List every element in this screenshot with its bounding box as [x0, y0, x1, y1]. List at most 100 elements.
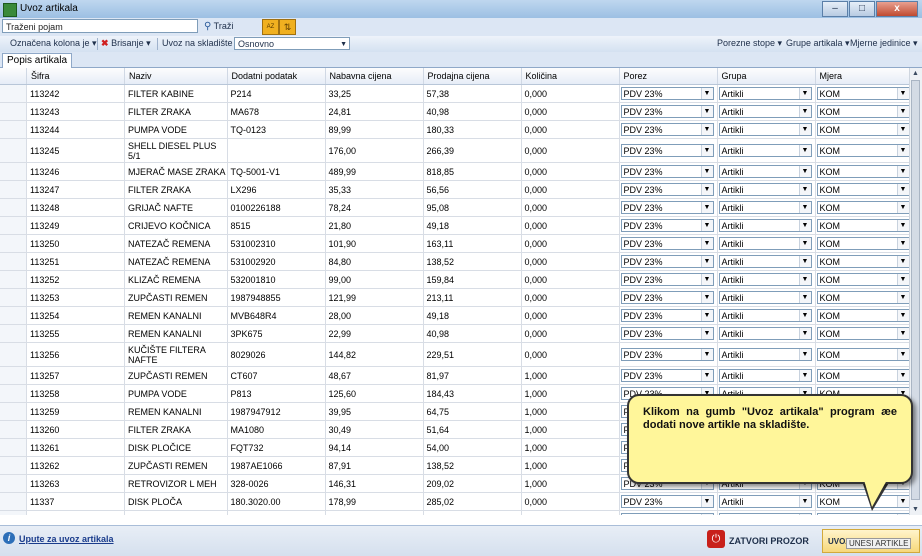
cell-kolicina[interactable]: 1,000: [521, 402, 620, 421]
cell-dodatni-podatak[interactable]: MVB648R4: [227, 306, 326, 325]
cell-nabavna-cijena[interactable]: 144,82: [325, 342, 424, 367]
cell-dodatni-podatak[interactable]: 531002920: [227, 252, 326, 271]
cell-nabavna-cijena[interactable]: 24,81: [325, 102, 424, 121]
cell-grupa-dropdown[interactable]: Artikli ▼: [718, 201, 812, 214]
cell-sifra[interactable]: 113249: [26, 216, 125, 235]
row-header[interactable]: [0, 438, 27, 457]
cell-mjera[interactable]: KOM▼: [815, 270, 914, 289]
cell-nabavna-cijena[interactable]: 28,00: [325, 306, 424, 325]
cell-porez-dropdown[interactable]: PDV 23%▼: [620, 327, 714, 340]
cell-porez-dropdown[interactable]: PDV 23%▼: [620, 291, 714, 304]
cell-sifra[interactable]: 113258: [26, 384, 125, 403]
cell-grupa[interactable]: Artikli ▼: [717, 84, 816, 103]
cell-mjera-dropdown[interactable]: KOM▼: [816, 255, 910, 268]
cell-grupa-dropdown[interactable]: Artikli ▼: [718, 495, 812, 508]
cell-porez[interactable]: PDV 23% ▼: [619, 324, 718, 343]
cell-grupa-dropdown[interactable]: Artikli ▼: [718, 237, 812, 250]
cell-porez[interactable]: PDV 23% ▼: [619, 234, 718, 253]
cell-kolicina[interactable]: 1,000: [521, 456, 620, 475]
cell-mjera[interactable]: KOM▼: [815, 288, 914, 307]
cell-naziv[interactable]: NATEZAČ REMENA: [124, 252, 228, 271]
cell-grupa-dropdown[interactable]: Artikli ▼: [718, 273, 812, 286]
cell-mjera-dropdown[interactable]: KOM▼: [816, 201, 910, 214]
cell-dodatni-podatak[interactable]: 328-0026: [227, 474, 326, 493]
cell-sifra[interactable]: 113243: [26, 102, 125, 121]
cell-mjera[interactable]: KOM▼: [815, 162, 914, 181]
cell-prodajna-cijena[interactable]: 57,38: [423, 84, 522, 103]
cell-mjera[interactable]: KOM▼: [815, 84, 914, 103]
cell-porez[interactable]: PDV 23% ▼: [619, 84, 718, 103]
search-input[interactable]: Traženi pojam: [2, 19, 198, 33]
table-row[interactable]: 113248 GRIJAČ NAFTE 0100226188 78,24 95,08 0,…: [0, 198, 914, 217]
cell-nabavna-cijena[interactable]: 21,80: [325, 216, 424, 235]
cell-grupa[interactable]: Artikli ▼: [717, 138, 816, 163]
column-header-mjera[interactable]: Mjera: [815, 68, 914, 85]
sort-order-icon[interactable]: ⇅: [279, 19, 296, 35]
row-header[interactable]: [0, 420, 27, 439]
cell-mjera[interactable]: KOM▼: [815, 138, 914, 163]
cell-kolicina[interactable]: 0,000: [521, 180, 620, 199]
search-button[interactable]: ⚲ Traži: [204, 19, 242, 34]
cell-sifra[interactable]: 113252: [26, 270, 125, 289]
item-groups-menu[interactable]: Grupe artikala ▾: [786, 38, 850, 49]
cell-prodajna-cijena[interactable]: 49,18: [423, 216, 522, 235]
cell-nabavna-cijena[interactable]: 30,49: [325, 420, 424, 439]
cell-nabavna-cijena[interactable]: 78,24: [325, 198, 424, 217]
column-header-nabavna-cijena[interactable]: Nabavna cijena: [325, 68, 424, 85]
cell-grupa-dropdown[interactable]: Artikli ▼: [718, 105, 812, 118]
cell-prodajna-cijena[interactable]: 54,00: [423, 438, 522, 457]
table-row[interactable]: 113242 FILTER KABINE P214 33,25 57,38 0,000 PD…: [0, 84, 914, 103]
cell-prodajna-cijena[interactable]: 163,11: [423, 234, 522, 253]
cell-grupa[interactable]: Artikli ▼: [717, 120, 816, 139]
cell-porez[interactable]: PDV 23% ▼: [619, 138, 718, 163]
cell-sifra[interactable]: 113245: [26, 138, 125, 163]
cell-grupa[interactable]: Artikli ▼: [717, 162, 816, 181]
column-header-prodajna-cijena[interactable]: Prodajna cijena: [423, 68, 522, 85]
table-row[interactable]: 113249 CRIJEVO KOČNICA 8515 21,80 49,18 0,000…: [0, 216, 914, 235]
row-header[interactable]: [0, 120, 27, 139]
cell-nabavna-cijena[interactable]: 489,99: [325, 162, 424, 181]
cell-porez-dropdown[interactable]: PDV 23%▼: [620, 144, 714, 157]
cell-naziv[interactable]: PUMPA VODE: [124, 384, 228, 403]
cell-naziv[interactable]: POSTAVA: [124, 510, 228, 515]
cell-kolicina[interactable]: 0,000: [521, 84, 620, 103]
cell-nabavna-cijena[interactable]: 35,33: [325, 180, 424, 199]
row-header[interactable]: [0, 102, 27, 121]
cell-dodatni-podatak[interactable]: 1987AE1066: [227, 456, 326, 475]
cell-nabavna-cijena[interactable]: 39,95: [325, 402, 424, 421]
cell-porez-dropdown[interactable]: PDV 23%▼: [620, 237, 714, 250]
cell-naziv[interactable]: REMEN KANALNI: [124, 306, 228, 325]
cell-grupa[interactable]: Artikli ▼: [717, 306, 816, 325]
cell-porez-dropdown[interactable]: PDV 23%▼: [620, 369, 714, 382]
row-header[interactable]: [0, 198, 27, 217]
cell-mjera[interactable]: KOM▼: [815, 510, 914, 515]
cell-mjera-dropdown[interactable]: KOM▼: [816, 165, 910, 178]
row-header[interactable]: [0, 342, 27, 367]
table-row[interactable]: 113245 SHELL DIESEL PLUS 5/1 176,00 266,39 0…: [0, 138, 914, 163]
cell-grupa-dropdown[interactable]: Artikli ▼: [718, 327, 812, 340]
cell-prodajna-cijena[interactable]: 95,08: [423, 198, 522, 217]
cell-porez-dropdown[interactable]: PDV 23%▼: [620, 255, 714, 268]
cell-prodajna-cijena[interactable]: 266,39: [423, 138, 522, 163]
cell-mjera-dropdown[interactable]: KOM▼: [816, 513, 910, 515]
cell-porez[interactable]: PDV 23% ▼: [619, 366, 718, 385]
row-header[interactable]: [0, 138, 27, 163]
row-header[interactable]: [0, 180, 27, 199]
cell-mjera-dropdown[interactable]: KOM▼: [816, 309, 910, 322]
cell-kolicina[interactable]: 0,000: [521, 252, 620, 271]
table-row[interactable]: 113250 NATEZAČ REMENA 531002310 101,90 163,1…: [0, 234, 914, 253]
cell-sifra[interactable]: 113244: [26, 120, 125, 139]
cell-sifra[interactable]: 113257: [26, 366, 125, 385]
row-header[interactable]: [0, 456, 27, 475]
cell-porez-dropdown[interactable]: PDV 23%▼: [620, 513, 714, 515]
cell-dodatni-podatak[interactable]: FQT732: [227, 438, 326, 457]
cell-dodatni-podatak[interactable]: MA1080: [227, 420, 326, 439]
cell-kolicina[interactable]: 1,000: [521, 366, 620, 385]
cell-sifra[interactable]: 113263: [26, 474, 125, 493]
cell-dodatni-podatak[interactable]: TQ-5001-V1: [227, 162, 326, 181]
table-row[interactable]: 113254 REMEN KANALNI MVB648R4 28,00 49,18 0,0…: [0, 306, 914, 325]
cell-prodajna-cijena[interactable]: 180,33: [423, 120, 522, 139]
cell-nabavna-cijena[interactable]: 125,60: [325, 384, 424, 403]
cell-porez[interactable]: PDV 23% ▼: [619, 180, 718, 199]
cell-porez-dropdown[interactable]: PDV 23%▼: [620, 87, 714, 100]
